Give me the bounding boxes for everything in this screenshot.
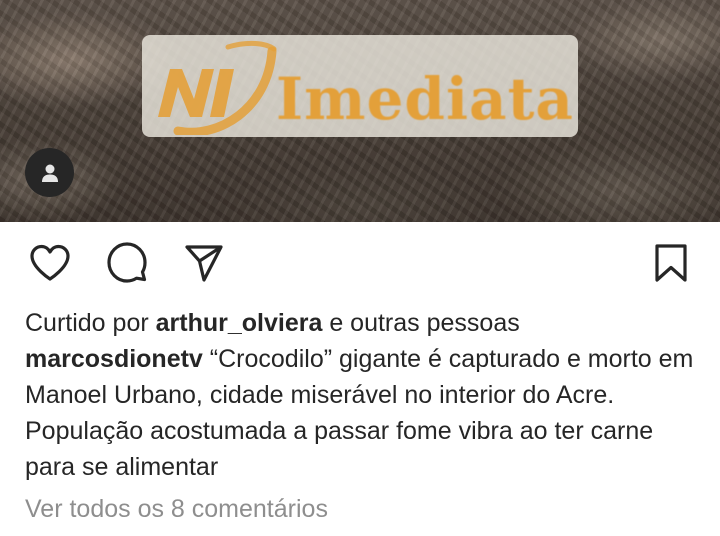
bookmark-icon (655, 244, 687, 282)
tagged-people-button[interactable] (25, 148, 74, 197)
share-button[interactable] (182, 241, 226, 285)
liked-by-user[interactable]: arthur_olviera (156, 309, 323, 337)
like-button[interactable] (28, 241, 72, 285)
caption: marcosdionetv “Crocodilo” gigante é capt… (25, 341, 705, 485)
caption-username[interactable]: marcosdionetv (25, 345, 203, 373)
view-all-comments-link[interactable]: Ver todos os 8 comentários (25, 491, 328, 527)
heart-icon (30, 244, 70, 281)
post-image[interactable]: Imediata (0, 0, 720, 222)
person-icon (41, 164, 58, 182)
watermark-logo: Imediata (142, 35, 578, 137)
save-button[interactable] (649, 241, 693, 285)
likes-prefix: Curtido por (25, 309, 149, 337)
post-text: Curtido por arthur_olviera e outras pess… (25, 305, 705, 485)
logo-mark-icon (158, 40, 277, 135)
logo-text: Imediata (276, 65, 574, 133)
comment-button[interactable] (105, 241, 149, 285)
likes-suffix: e outras pessoas (329, 309, 520, 337)
send-icon (185, 245, 223, 282)
comment-icon (107, 242, 147, 283)
likes-summary[interactable]: Curtido por arthur_olviera e outras pess… (25, 305, 705, 341)
post-action-bar (0, 222, 720, 302)
